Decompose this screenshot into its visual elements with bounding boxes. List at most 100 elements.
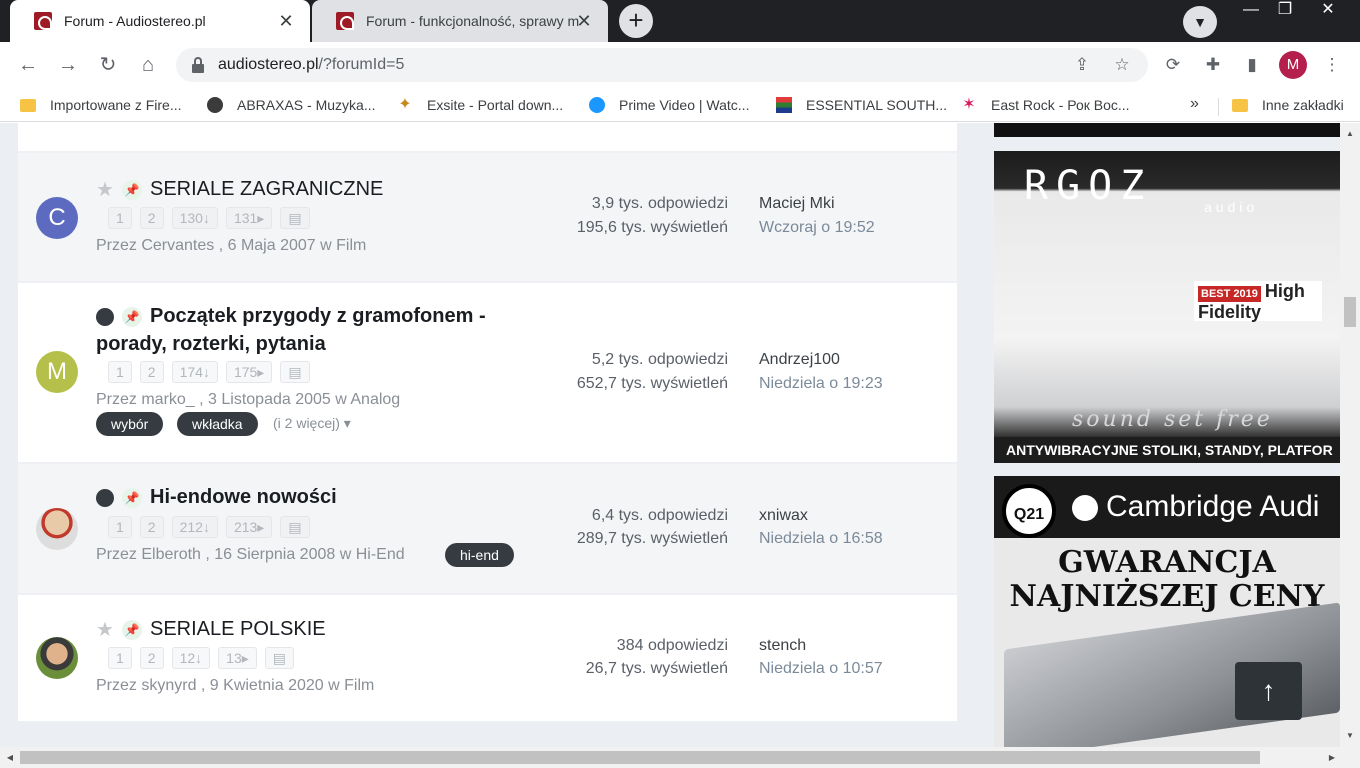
tag-badge[interactable]: wkładka (177, 412, 258, 436)
last-poster-link[interactable]: Maciej Mki (759, 195, 835, 212)
url-text[interactable]: audiostereo.pl/?forumId=5 (218, 56, 404, 74)
horizontal-scroll-thumb[interactable] (20, 751, 1260, 764)
reply-count: 6,4 tys. odpowiedzi (591, 507, 728, 524)
topic-preview-icon[interactable]: ▤ (264, 647, 295, 669)
topic-pagination: 1 2 174↓ 175▸ ▤ (108, 361, 318, 383)
tab-close-icon[interactable]: ✕ (574, 11, 594, 31)
other-bookmarks-folder[interactable]: Inne zakładki (1232, 95, 1344, 115)
share-icon[interactable]: ⇪ (1070, 53, 1094, 77)
pinned-icon: 📌 (122, 179, 142, 200)
last-poster-link[interactable]: stench (759, 637, 806, 654)
bookmark-star-icon[interactable]: ☆ (1110, 53, 1134, 77)
topic-title-link-continued[interactable]: porady, rozterki, pytania (96, 333, 326, 356)
q21-logo: Q21 (1002, 484, 1056, 538)
home-icon[interactable]: ⌂ (134, 51, 162, 79)
scroll-to-top-button[interactable]: ↑ (1235, 662, 1302, 720)
bookmark-item[interactable]: ABRAXAS - Muzyka... (207, 95, 375, 115)
last-post-time-link[interactable]: Niedziela o 19:23 (759, 375, 883, 392)
advert-banner-rgoz[interactable]: RGOZ audio BEST 2019 High Fidelity sound … (994, 151, 1340, 463)
pinned-icon: 📌 (122, 619, 142, 640)
lock-icon[interactable] (192, 57, 204, 73)
scroll-down-arrow-icon[interactable]: ▼ (1340, 729, 1360, 743)
bookmarks-overflow-chevron-icon[interactable]: » (1190, 95, 1199, 113)
topic-preview-icon[interactable]: ▤ (280, 516, 310, 538)
topic-row[interactable]: ★ 📌 SERIALE POLSKIE 1 2 12↓ 13▸ ▤ Przez … (18, 593, 957, 721)
side-panel-icon[interactable]: ▮ (1238, 51, 1266, 79)
more-tags-toggle[interactable]: (i 2 więcej) ▾ (273, 415, 351, 432)
scroll-left-arrow-icon[interactable]: ◀ (2, 747, 18, 768)
page-link[interactable]: 130↓ (171, 207, 218, 229)
address-bar[interactable]: audiostereo.pl/?forumId=5 ⇪ ☆ (176, 48, 1148, 82)
page-link[interactable]: 1 (108, 207, 132, 229)
topic-preview-icon[interactable]: ▤ (280, 207, 310, 229)
reload-icon[interactable]: ↻ (94, 51, 122, 79)
page-link[interactable]: 213▸ (225, 516, 273, 538)
tab-search-chevron-icon[interactable]: ▼ (1183, 6, 1217, 38)
avatar[interactable]: M (36, 351, 78, 393)
last-poster-link[interactable]: xniwax (759, 507, 808, 524)
page-link[interactable]: 13▸ (218, 647, 257, 669)
bookmark-item[interactable]: Prime Video | Watc... (589, 95, 749, 115)
last-post-time-link[interactable]: Wczoraj o 19:52 (759, 219, 875, 236)
page-link[interactable]: 1 (108, 361, 132, 383)
topic-row[interactable]: C ★ 📌 SERIALE ZAGRANICZNE 1 2 130↓ 131▸ … (18, 151, 957, 281)
topic-row[interactable]: M 📌 Początek przygody z gramofonem - por… (18, 281, 957, 462)
extensions-puzzle-icon[interactable]: ✚ (1199, 51, 1227, 79)
forward-arrow-icon[interactable]: → (54, 51, 82, 79)
bookmark-item[interactable]: ESSENTIAL SOUTH... (776, 95, 947, 115)
tab-forum-funkcjonalnosc[interactable]: Forum - funkcjonalność, sprawy m ✕ (312, 0, 608, 42)
scroll-up-arrow-icon[interactable]: ▲ (1340, 127, 1360, 141)
new-tab-button[interactable]: + (619, 4, 653, 38)
page-link[interactable]: 212↓ (171, 516, 218, 538)
last-post-time-link[interactable]: Niedziela o 10:57 (759, 660, 883, 677)
topic-title-link[interactable]: Hi-endowe nowości (150, 486, 337, 509)
page-link[interactable]: 1 (108, 516, 132, 538)
page-link[interactable]: 2 (139, 647, 164, 669)
topic-list: C ★ 📌 SERIALE ZAGRANICZNE 1 2 130↓ 131▸ … (18, 123, 957, 721)
page-link[interactable]: 131▸ (225, 207, 273, 229)
avatar[interactable] (36, 637, 78, 679)
url-path: /?forumId=5 (318, 56, 405, 73)
browser-toolbar: ← → ↻ ⌂ audiostereo.pl/?forumId=5 ⇪ ☆ ⟳ … (0, 42, 1360, 88)
flag-icon (776, 97, 792, 113)
horizontal-scrollbar[interactable]: ◀ ▶ (0, 747, 1360, 768)
avatar[interactable]: C (36, 197, 78, 239)
bookmark-label: ABRAXAS - Muzyka... (237, 97, 376, 113)
back-arrow-icon[interactable]: ← (14, 51, 42, 79)
topic-pagination: 1 2 12↓ 13▸ ▤ (108, 647, 302, 669)
topic-title-link[interactable]: SERIALE ZAGRANICZNE (150, 178, 383, 201)
page-link[interactable]: 174↓ (171, 361, 218, 383)
page-link[interactable]: 1 (108, 647, 132, 669)
bookmarks-bar: Importowane z Fire... ABRAXAS - Muzyka..… (0, 88, 1360, 122)
bookmark-label: ESSENTIAL SOUTH... (806, 97, 948, 113)
profile-avatar[interactable]: M (1279, 51, 1307, 79)
sync-extension-icon[interactable]: ⟳ (1159, 51, 1187, 79)
tag-badge[interactable]: wybór (96, 412, 164, 436)
close-window-icon[interactable]: ✕ (1300, 0, 1356, 22)
tab-close-icon[interactable]: ✕ (276, 11, 296, 31)
browser-menu-icon[interactable]: ⋮ (1318, 51, 1346, 79)
avatar[interactable] (36, 508, 78, 550)
page-link[interactable]: 2 (139, 361, 164, 383)
topic-title-link[interactable]: Początek przygody z gramofonem - (150, 305, 486, 328)
page-link[interactable]: 2 (139, 207, 164, 229)
audiostereo-favicon-icon (336, 12, 354, 30)
page-link[interactable]: 2 (139, 516, 164, 538)
prime-video-icon (589, 97, 605, 113)
topic-title-link[interactable]: SERIALE POLSKIE (150, 618, 326, 641)
vertical-scrollbar[interactable]: ▲ ▼ (1340, 123, 1360, 747)
scroll-right-arrow-icon[interactable]: ▶ (1324, 747, 1340, 768)
page-link[interactable]: 12↓ (171, 647, 211, 669)
bookmark-item[interactable]: ✦ Exsite - Portal down... (397, 95, 563, 115)
topic-preview-icon[interactable]: ▤ (280, 361, 310, 383)
tab-audiostereo-forum[interactable]: Forum - Audiostereo.pl ✕ (10, 0, 310, 42)
last-poster-link[interactable]: Andrzej100 (759, 351, 840, 368)
topic-star-icon: ★ (96, 179, 114, 201)
bookmark-item[interactable]: Importowane z Fire... (20, 95, 182, 115)
vertical-scroll-thumb[interactable] (1344, 297, 1356, 327)
topic-meta: Przez skynyrd , 9 Kwietnia 2020 w Film (96, 677, 375, 694)
topic-row[interactable]: 📌 Hi-endowe nowości 1 2 212↓ 213▸ ▤ Prze… (18, 462, 957, 593)
bookmark-item[interactable]: ✶ East Rock - Рок Вос... (961, 95, 1129, 115)
last-post-time-link[interactable]: Niedziela o 16:58 (759, 530, 883, 547)
page-link[interactable]: 175▸ (225, 361, 273, 383)
